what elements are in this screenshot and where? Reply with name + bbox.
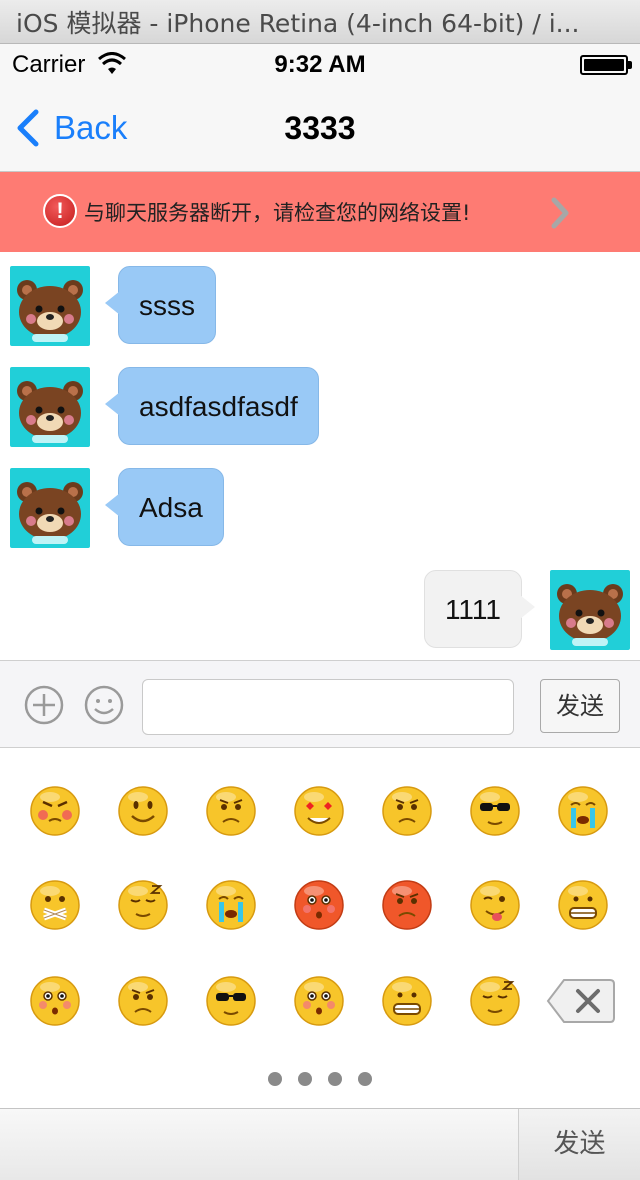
navigation-bar: Back 3333 [0, 86, 640, 172]
bear-avatar-icon [17, 381, 83, 443]
worried-emoji-icon[interactable] [204, 784, 258, 838]
sunglasses-emoji-icon[interactable] [468, 784, 522, 838]
shy-blush-emoji-icon[interactable] [292, 974, 346, 1028]
dizzy-drool-emoji-icon[interactable] [468, 974, 522, 1028]
avatar[interactable] [10, 468, 90, 548]
message-row: Adsa [0, 468, 640, 548]
send-button[interactable]: 发送 [540, 679, 620, 733]
flushed-red-emoji-icon[interactable] [292, 878, 346, 932]
avatar[interactable] [10, 266, 90, 346]
page-dot[interactable] [328, 1072, 342, 1086]
angry-blush-emoji-icon[interactable] [28, 784, 82, 838]
heart-eyes-emoji-icon[interactable] [292, 784, 346, 838]
error-icon: ! [43, 194, 77, 228]
silenced-emoji-icon[interactable] [28, 878, 82, 932]
emoji-toggle-button[interactable] [84, 685, 124, 725]
grimacing-emoji-icon[interactable] [380, 974, 434, 1028]
avatar[interactable] [550, 570, 630, 650]
backspace-icon[interactable] [546, 976, 616, 1026]
simulator-window: iOS 模拟器 - iPhone Retina (4-inch 64-bit) … [0, 0, 640, 1180]
bear-avatar-icon [17, 482, 83, 544]
furious-emoji-icon[interactable] [380, 878, 434, 932]
annoyed-emoji-icon[interactable] [380, 784, 434, 838]
simulator-title-bar: iOS 模拟器 - iPhone Retina (4-inch 64-bit) … [0, 0, 640, 44]
surprised-cover-emoji-icon[interactable] [28, 974, 82, 1028]
tongue-wink-emoji-icon[interactable] [468, 878, 522, 932]
chevron-right-icon [551, 197, 569, 229]
message-row: asdfasdfasdf [0, 367, 640, 447]
bear-avatar-icon [17, 280, 83, 342]
avatar[interactable] [10, 367, 90, 447]
page-indicator[interactable] [0, 1072, 640, 1088]
sleepy-emoji-icon[interactable] [116, 878, 170, 932]
status-time: 9:32 AM [274, 51, 366, 78]
message-bubble-incoming[interactable]: ssss [105, 266, 216, 344]
emoji-send-button[interactable]: 发送 [518, 1109, 640, 1180]
status-bar: Carrier 9:32 AM [0, 44, 640, 86]
simulator-title: iOS 模拟器 - iPhone Retina (4-inch 64-bit) … [16, 8, 580, 38]
crying-emoji-icon[interactable] [556, 784, 610, 838]
message-input[interactable] [142, 679, 514, 735]
sweat-crying-emoji-icon[interactable] [204, 878, 258, 932]
page-title: 3333 [284, 110, 356, 146]
smile-emoji-icon[interactable] [116, 784, 170, 838]
message-bubble-incoming[interactable]: asdfasdfasdf [105, 367, 319, 445]
page-dot[interactable] [358, 1072, 372, 1086]
message-row: 1111 [0, 570, 640, 650]
bottom-bar: 发送 [0, 1108, 640, 1180]
message-list[interactable]: ssss asdfasdfasdf Adsa 1111 [0, 252, 640, 660]
message-input-toolbar: 发送 [0, 660, 640, 748]
message-row: ssss [0, 266, 640, 346]
battery-icon [580, 55, 632, 75]
big-grin-emoji-icon[interactable] [556, 878, 610, 932]
message-bubble-outgoing[interactable]: 1111 [423, 570, 536, 648]
add-attachment-button[interactable] [24, 685, 64, 725]
page-dot[interactable] [298, 1072, 312, 1086]
masked-cool-emoji-icon[interactable] [204, 974, 258, 1028]
emoji-keyboard [0, 748, 640, 1108]
sad-emoji-icon[interactable] [116, 974, 170, 1028]
page-dot[interactable] [268, 1072, 282, 1086]
connection-error-banner[interactable]: ! 与聊天服务器断开，请检查您的网络设置! [0, 172, 640, 252]
bear-avatar-icon [557, 584, 623, 646]
message-bubble-incoming[interactable]: Adsa [105, 468, 224, 546]
banner-message: 与聊天服务器断开，请检查您的网络设置! [84, 201, 471, 225]
